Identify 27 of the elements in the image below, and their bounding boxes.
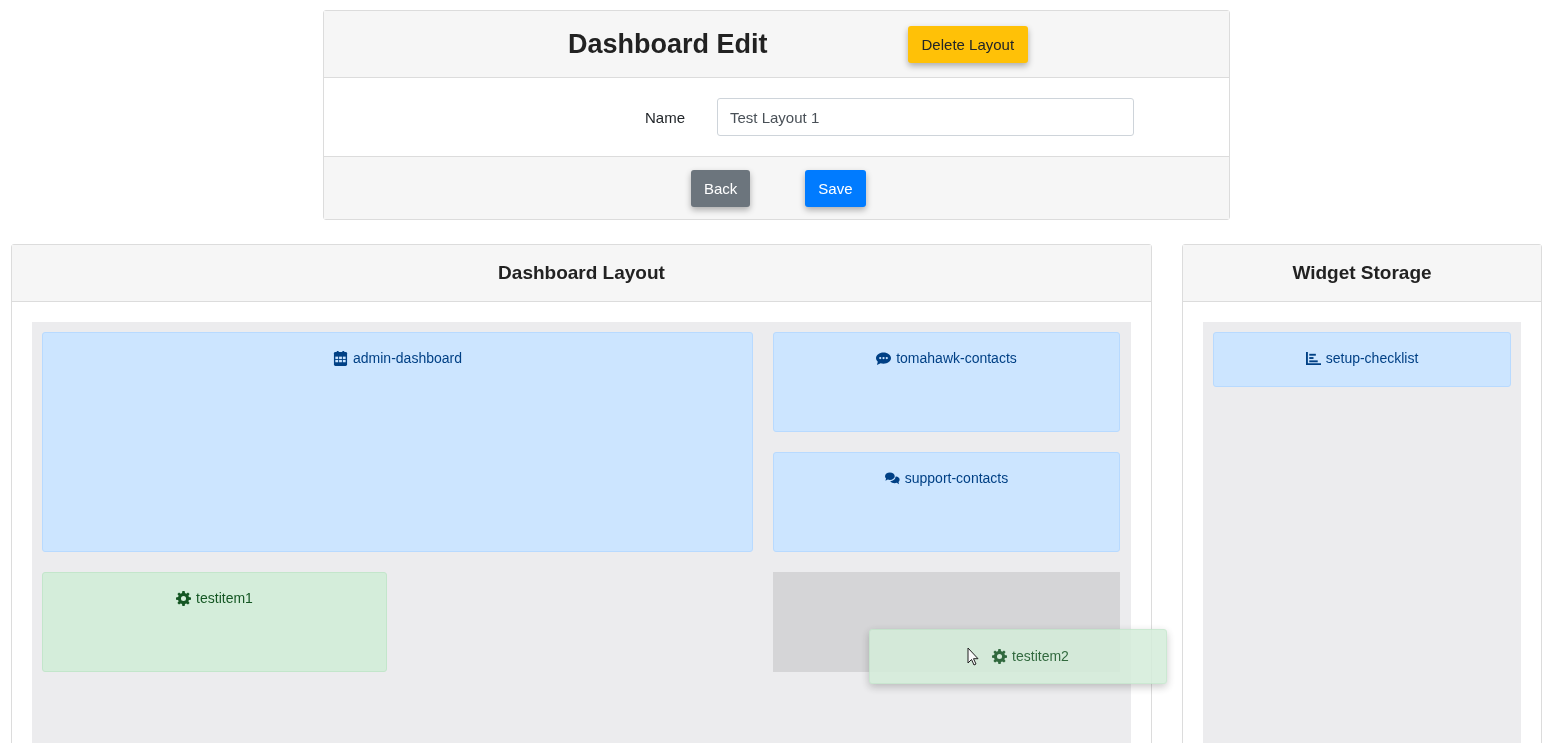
widget-label: tomahawk-contacts [896,350,1017,366]
chat-bubbles-icon [884,470,900,486]
back-button[interactable]: Back [691,169,751,207]
widget-label: testitem1 [196,590,253,606]
gear-icon [176,590,192,606]
name-label: Name [645,108,686,126]
gear-icon [992,648,1008,664]
widget-label: setup-checklist [1325,350,1419,366]
widget-tile[interactable]: setup-checklist [1213,332,1511,387]
name-field[interactable]: Test Layout 1 [717,98,1134,136]
page-title: Dashboard Edit [568,28,768,60]
panel-title: Dashboard Layout [498,262,665,284]
speech-bubble-icon [876,350,892,366]
dragged-widget[interactable]: testitem2 [869,629,1167,684]
widget-tile[interactable]: testitem1 [42,572,387,672]
widget-tile[interactable]: tomahawk-contacts [773,332,1120,432]
widget-label: testitem2 [1012,648,1069,664]
panel-title: Widget Storage [1292,262,1432,284]
widget-label: admin-dashboard [353,350,462,366]
widget-tile[interactable]: support-contacts [773,452,1120,552]
widget-label: support-contacts [904,470,1009,486]
delete-layout-button[interactable]: Delete Layout [907,25,1029,63]
save-button[interactable]: Save [805,169,866,207]
cursor-icon [967,646,980,666]
bar-chart-icon [1305,350,1321,366]
calendar-icon [333,350,348,366]
widget-tile[interactable]: admin-dashboard [42,332,753,552]
